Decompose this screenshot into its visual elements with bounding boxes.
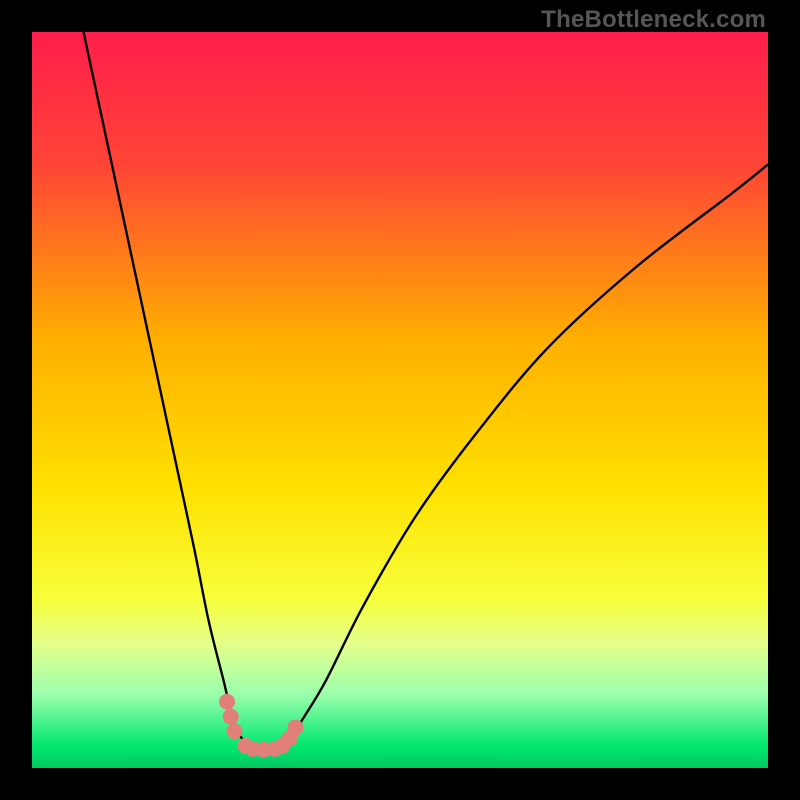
plot-area	[32, 32, 768, 768]
curve-layer	[32, 32, 768, 768]
highlight-dot	[287, 720, 303, 736]
watermark-text: TheBottleneck.com	[541, 6, 766, 34]
highlight-dot	[226, 723, 242, 739]
chart-frame: TheBottleneck.com	[0, 0, 800, 800]
highlight-dot	[223, 708, 239, 724]
bottleneck-curve	[84, 32, 768, 751]
highlight-markers	[219, 694, 303, 758]
highlight-dot	[219, 694, 235, 710]
